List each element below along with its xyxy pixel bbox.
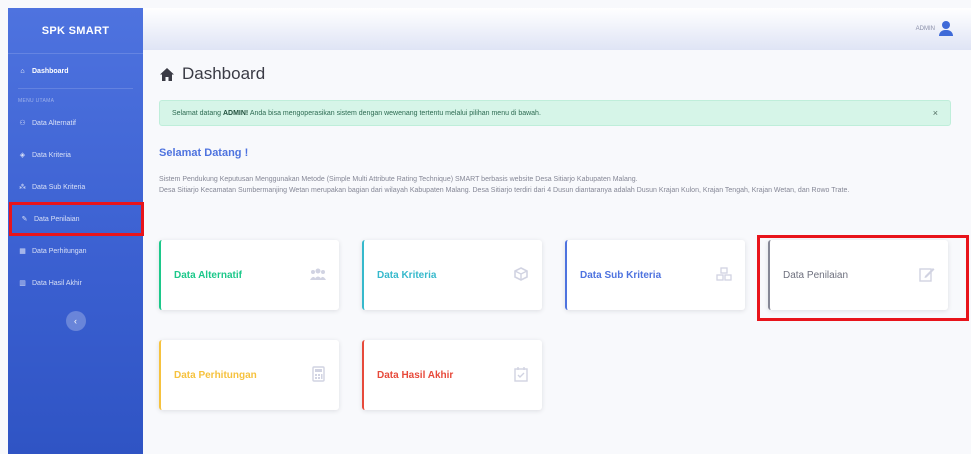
user-name: ADMIN <box>915 26 935 32</box>
home-icon <box>160 67 174 81</box>
description-line: Desa Sitiarjo Kecamatan Sumbermanjing We… <box>159 187 850 194</box>
sidebar-item-label: Data Sub Kriteria <box>32 183 86 191</box>
card-data-alternatif[interactable]: Data Alternatif <box>159 240 339 310</box>
sidebar-toggle-button[interactable]: ‹ <box>65 311 86 331</box>
card-label: Data Perhitungan <box>174 369 257 381</box>
sidebar-divider <box>18 88 133 89</box>
sidebar-item-label: Data Kriteria <box>32 151 71 159</box>
card-data-hasil-akhir[interactable]: Data Hasil Akhir <box>362 340 542 410</box>
users-icon <box>310 266 326 282</box>
sidebar-item-data-sub-kriteria[interactable]: ⁂ Data Sub Kriteria <box>8 171 143 203</box>
welcome-title: Selamat Datang ! <box>159 147 249 159</box>
card-label: Data Hasil Akhir <box>377 369 454 381</box>
sidebar: SPK SMART ⌂ Dashboard MENU UTAMA ⚇ Data … <box>8 8 144 454</box>
sidebar-item-label: Data Penilaian <box>34 215 80 223</box>
home-icon: ⌂ <box>20 67 25 75</box>
cube-icon: ◈ <box>19 152 26 159</box>
sidebar-heading: MENU UTAMA <box>18 98 55 104</box>
welcome-alert: Selamat datang ADMIN! Anda bisa mengoper… <box>159 100 951 126</box>
card-label: Data Sub Kriteria <box>580 269 662 281</box>
alert-suffix: Anda bisa mengoperasikan sistem dengan w… <box>248 109 541 117</box>
description: Sistem Pendukung Keputusan Menggunakan M… <box>159 174 959 196</box>
chevron-left-icon: ‹ <box>74 316 77 326</box>
sidebar-item-data-penilaian[interactable]: ✎ Data Penilaian <box>9 202 144 236</box>
user-menu[interactable]: ADMIN <box>916 21 953 37</box>
calendar-check-icon <box>513 366 529 382</box>
highlight-annotation <box>757 235 969 321</box>
alert-text: Selamat datang ADMIN! Anda bisa mengoper… <box>172 110 541 117</box>
cube-icon <box>513 266 529 282</box>
card-data-kriteria[interactable]: Data Kriteria <box>362 240 542 310</box>
sidebar-item-data-hasil-akhir[interactable]: ▥ Data Hasil Akhir <box>8 267 143 299</box>
sidebar-item-label: Data Perhitungan <box>32 247 87 255</box>
cubes-icon: ⁂ <box>19 184 26 191</box>
close-icon[interactable]: × <box>933 108 938 118</box>
sidebar-item-label: Data Alternatif <box>32 119 76 127</box>
sidebar-brand[interactable]: SPK SMART <box>8 8 143 54</box>
alert-username: ADMIN! <box>222 109 249 117</box>
alert-prefix: Selamat datang <box>172 109 223 117</box>
page-title-text: Dashboard <box>182 64 266 83</box>
edit-icon: ✎ <box>21 216 28 223</box>
calculator-icon <box>310 366 326 382</box>
user-icon <box>939 21 953 37</box>
cubes-icon <box>716 266 732 282</box>
sidebar-item-data-alternatif[interactable]: ⚇ Data Alternatif <box>8 107 143 139</box>
description-line: Sistem Pendukung Keputusan Menggunakan M… <box>159 176 638 183</box>
sidebar-item-dashboard[interactable]: ⌂ Dashboard <box>8 54 143 88</box>
card-label: Data Kriteria <box>377 269 437 281</box>
card-data-perhitungan[interactable]: Data Perhitungan <box>159 340 339 410</box>
card-label: Data Alternatif <box>174 269 242 281</box>
card-data-sub-kriteria[interactable]: Data Sub Kriteria <box>565 240 745 310</box>
sidebar-item-label: Data Hasil Akhir <box>32 279 82 287</box>
users-icon: ⚇ <box>19 120 26 127</box>
topbar: ADMIN <box>143 8 971 50</box>
sidebar-item-data-perhitungan[interactable]: ▦ Data Perhitungan <box>8 235 143 267</box>
chart-icon: ▥ <box>19 280 26 287</box>
calculator-icon: ▦ <box>19 248 26 255</box>
main-content: Dashboard Selamat datang ADMIN! Anda bis… <box>143 50 971 454</box>
page-title: Dashboard <box>159 64 265 84</box>
sidebar-item-data-kriteria[interactable]: ◈ Data Kriteria <box>8 139 143 171</box>
sidebar-item-label: Dashboard <box>32 67 69 75</box>
